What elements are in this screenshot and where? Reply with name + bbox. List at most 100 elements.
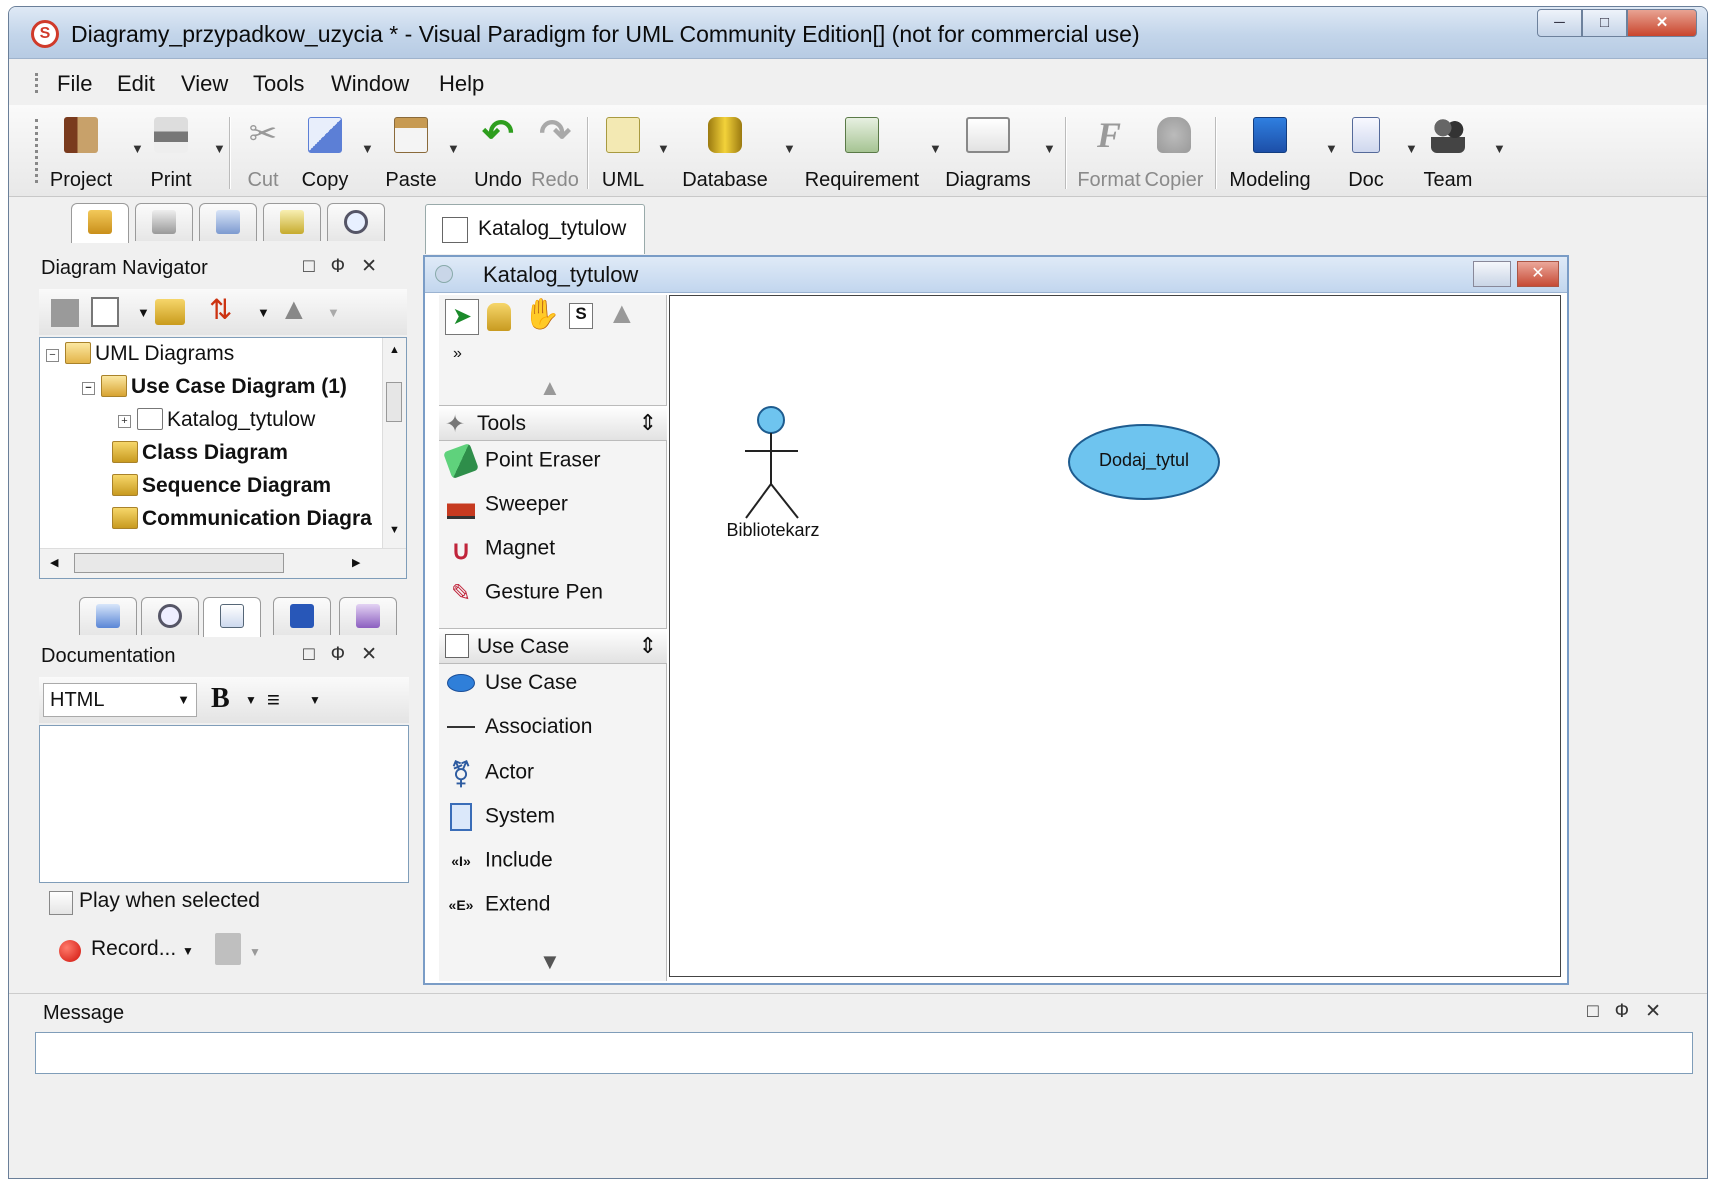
diagrams-button[interactable]: ▼ Diagrams xyxy=(945,109,1056,193)
copier-button[interactable]: Copier xyxy=(1145,109,1203,193)
tree-item-sequence-diagram[interactable]: Sequence Diagram xyxy=(112,474,331,506)
requirement-dropdown-icon[interactable]: ▼ xyxy=(929,141,942,156)
attachment-icon[interactable] xyxy=(215,933,241,965)
move-up-icon[interactable]: ▲ xyxy=(279,293,309,327)
menu-file[interactable]: File xyxy=(57,71,92,97)
modeling-button[interactable]: ▼ Modeling xyxy=(1229,109,1338,193)
diagram-restore-button[interactable] xyxy=(1473,261,1511,287)
section-toggle-icon[interactable]: ⇕ xyxy=(639,410,657,436)
tree-item-katalog-tytulow[interactable]: + Katalog_tytulow xyxy=(118,408,315,440)
scroll-up-arrow-icon[interactable]: ▲ xyxy=(539,375,561,401)
print-button[interactable]: ▼ Print xyxy=(143,109,226,193)
maximize-button[interactable]: □ xyxy=(1582,9,1627,37)
database-dropdown-icon[interactable]: ▼ xyxy=(783,141,796,156)
hand-tool-icon[interactable]: ✋ xyxy=(523,297,560,332)
record-button[interactable]: Record... ▼ xyxy=(91,937,194,961)
palette-item-magnet[interactable]: ∪ Magnet xyxy=(447,535,555,575)
palette-item-include[interactable]: «I» Include xyxy=(447,847,552,887)
team-dropdown-icon[interactable]: ▼ xyxy=(1493,141,1506,156)
modeling-dropdown-icon[interactable]: ▼ xyxy=(1325,141,1338,156)
close-icon[interactable]: ✕ xyxy=(1645,1001,1677,1022)
uml-dropdown-icon[interactable]: ▼ xyxy=(657,141,670,156)
redo-button[interactable]: ↷ Redo xyxy=(527,109,583,193)
doc-dropdown-icon[interactable]: ▼ xyxy=(1405,141,1418,156)
paste-dropdown-icon[interactable]: ▼ xyxy=(447,141,460,156)
tree-vertical-scrollbar[interactable]: ▲ ▼ xyxy=(382,338,406,548)
bold-dropdown-icon[interactable]: ▼ xyxy=(245,693,257,707)
tab-diagram-navigator[interactable] xyxy=(71,203,129,243)
sort-dropdown-icon[interactable]: ▼ xyxy=(257,305,270,320)
palette-item-system[interactable]: System xyxy=(447,803,555,843)
restore-icon[interactable]: □ xyxy=(303,644,330,665)
palette-section-tools[interactable]: ✦ Tools ⇕ xyxy=(439,405,667,441)
collapse-icon[interactable]: − xyxy=(82,382,95,395)
diagram-canvas[interactable]: Bibliotekarz Dodaj_tytul xyxy=(669,295,1561,977)
scroll-right-arrow-icon[interactable]: ▶ xyxy=(352,556,360,569)
project-button[interactable]: ▼ Project xyxy=(49,109,144,193)
sort-icon[interactable]: ⇅ xyxy=(209,293,232,326)
section-toggle-icon[interactable]: ⇕ xyxy=(639,633,657,659)
pin-icon[interactable]: Ф xyxy=(331,644,361,665)
bold-button[interactable]: B xyxy=(211,683,230,715)
pin-icon[interactable]: Ф xyxy=(1615,1001,1645,1022)
sticky-tool-icon[interactable]: S xyxy=(569,303,593,329)
attachment-dropdown-icon[interactable]: ▼ xyxy=(249,945,261,959)
pin-icon[interactable]: Ф xyxy=(331,256,361,277)
menu-window[interactable]: Window xyxy=(331,71,409,97)
restore-icon[interactable]: □ xyxy=(303,256,330,277)
tab-diagram-overview[interactable] xyxy=(141,597,199,635)
tree-item-uml-diagrams[interactable]: − UML Diagrams xyxy=(46,342,234,374)
dropdown-arrow-icon[interactable]: ▼ xyxy=(137,305,150,320)
tab-logical-view[interactable] xyxy=(263,203,321,241)
close-icon[interactable]: ✕ xyxy=(361,644,393,665)
actor-shape[interactable] xyxy=(745,406,799,519)
tab-properties[interactable] xyxy=(79,597,137,635)
copy-button[interactable]: ▼ Copy xyxy=(297,109,374,193)
palette-item-sweeper[interactable]: Sweeper xyxy=(447,491,568,531)
collapse-icon[interactable]: − xyxy=(46,349,59,362)
palette-section-use-case[interactable]: Use Case ⇕ xyxy=(439,628,667,664)
align-icon[interactable]: ≡ xyxy=(267,687,280,713)
close-button[interactable]: ✕ xyxy=(1627,9,1697,37)
menu-help[interactable]: Help xyxy=(439,71,484,97)
record-dropdown-icon[interactable]: ▼ xyxy=(182,944,194,958)
scroll-down-arrow-icon[interactable]: ▼ xyxy=(389,524,400,536)
tree-item-class-diagram[interactable]: Class Diagram xyxy=(112,441,288,473)
folder-icon[interactable] xyxy=(155,299,185,325)
tree-item-communication-diagram[interactable]: Communication Diagra xyxy=(112,507,374,539)
tab-search[interactable] xyxy=(327,203,385,241)
scroll-left-arrow-icon[interactable]: ◀ xyxy=(50,556,58,569)
tab-katalog-tytulow[interactable]: Katalog_tytulow xyxy=(425,204,645,254)
tab-stereotypes[interactable] xyxy=(273,597,331,635)
palette-item-point-eraser[interactable]: Point Eraser xyxy=(443,443,601,487)
paste-button[interactable]: ▼ Paste xyxy=(383,109,460,193)
align-dropdown-icon[interactable]: ▼ xyxy=(309,693,321,707)
diagrams-dropdown-icon[interactable]: ▼ xyxy=(1043,141,1056,156)
scroll-down-arrow-icon[interactable]: ▼ xyxy=(539,949,561,975)
doc-button[interactable]: ▼ Doc xyxy=(1339,109,1418,193)
menu-tools[interactable]: Tools xyxy=(253,71,304,97)
tab-class-repository[interactable] xyxy=(199,203,257,241)
restore-icon[interactable]: □ xyxy=(1587,1001,1614,1022)
palette-item-actor[interactable]: ⚧ Actor xyxy=(447,759,534,799)
lock-icon[interactable] xyxy=(487,303,511,331)
tree-item-use-case-diagram[interactable]: − Use Case Diagram (1) xyxy=(82,375,347,407)
move-up-dropdown-icon[interactable]: ▼ xyxy=(327,305,340,320)
format-select[interactable]: HTML ▼ xyxy=(43,683,197,717)
tab-documentation[interactable] xyxy=(203,597,261,637)
copy-dropdown-icon[interactable]: ▼ xyxy=(361,141,374,156)
select-tool-icon[interactable]: ➤ xyxy=(445,299,479,335)
expand-more-icon[interactable]: » xyxy=(453,345,462,363)
minimize-button[interactable]: ─ xyxy=(1537,9,1582,37)
requirement-button[interactable]: ▼ Requirement xyxy=(805,109,942,193)
palette-item-extend[interactable]: «E» Extend xyxy=(447,891,551,931)
uml-button[interactable]: ▼ UML xyxy=(597,109,670,193)
palette-item-gesture-pen[interactable]: ✎ Gesture Pen xyxy=(447,579,603,619)
triangle-tool-icon[interactable]: ▲ xyxy=(607,297,637,331)
tree-view-icon[interactable] xyxy=(91,297,119,327)
scroll-thumb-horizontal[interactable] xyxy=(74,553,284,573)
documentation-editor[interactable] xyxy=(39,725,409,883)
database-button[interactable]: ▼ Database xyxy=(682,109,796,193)
tree-horizontal-scrollbar[interactable]: ◀ ▶ xyxy=(40,548,406,578)
expand-icon[interactable]: + xyxy=(118,415,131,428)
